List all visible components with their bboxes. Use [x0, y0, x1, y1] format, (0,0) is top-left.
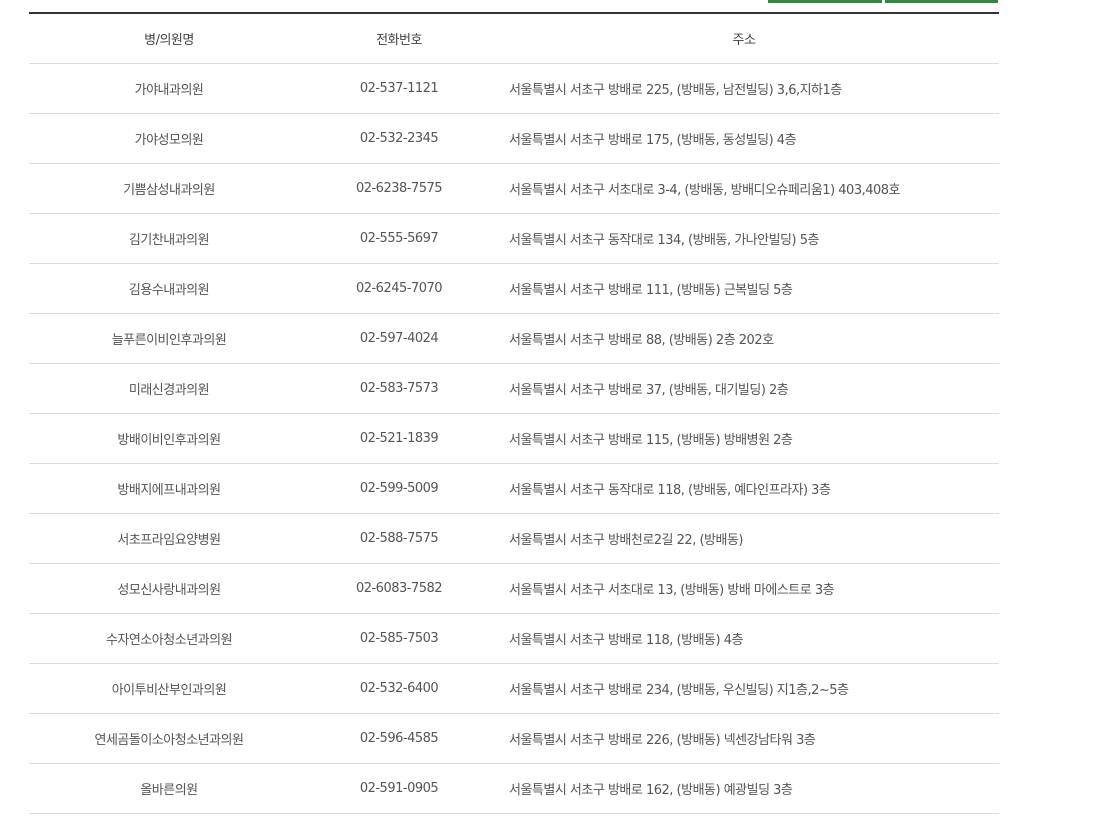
table-row: 아이투비산부인과의원 02-532-6400 서울특별시 서초구 방배로 234, …: [29, 663, 999, 714]
hospital-name-cell: 서초프라임요양병원: [29, 513, 309, 564]
address-cell: 서울특별시 서초구 서초대로 3-4, (방배동, 방배디오슈페리움1) 403…: [489, 163, 999, 214]
phone-cell: 02-597-4024: [309, 313, 489, 364]
top-action-button-2[interactable]: [885, 0, 998, 3]
phone-cell: 02-6245-7070: [309, 263, 489, 314]
address-cell: 서울특별시 서초구 방배로 225, (방배동, 남전빌딩) 3,6,지하1층: [489, 63, 999, 114]
table-row: 성모신사랑내과의원 02-6083-7582 서울특별시 서초구 서초대로 13, …: [29, 563, 999, 614]
table-row: 연세곰돌이소아청소년과의원 02-596-4585 서울특별시 서초구 방배로 22…: [29, 713, 999, 764]
address-cell: 서울특별시 서초구 방배로 115, (방배동) 방배병원 2층: [489, 413, 999, 464]
header-tel: 전화번호: [309, 13, 489, 64]
table-row: 김기찬내과의원 02-555-5697 서울특별시 서초구 동작대로 134, (방…: [29, 213, 999, 264]
table-row: 방배지에프내과의원 02-599-5009 서울특별시 서초구 동작대로 118, …: [29, 463, 999, 514]
address-cell: 서울특별시 서초구 방배로 111, (방배동) 근복빌딩 5층: [489, 263, 999, 314]
phone-cell: 02-532-6400: [309, 663, 489, 714]
table-row: 서초프라임요양병원 02-588-7575 서울특별시 서초구 방배천로2길 22,…: [29, 513, 999, 564]
phone-cell: 02-532-2345: [309, 113, 489, 164]
hospital-name-cell: 늘푸른이비인후과의원: [29, 313, 309, 364]
address-cell: 서울특별시 서초구 동작대로 118, (방배동, 예다인프라자) 3층: [489, 463, 999, 514]
address-cell: 서울특별시 서초구 방배로 37, (방배동, 대기빌딩) 2층: [489, 363, 999, 414]
table-row: 가야성모의원 02-532-2345 서울특별시 서초구 방배로 175, (방배동…: [29, 113, 999, 164]
table-row: 수자연소아청소년과의원 02-585-7503 서울특별시 서초구 방배로 118,…: [29, 613, 999, 664]
hospital-name-cell: 방배이비인후과의원: [29, 413, 309, 464]
address-cell: 서울특별시 서초구 방배로 162, (방배동) 예광빌딩 3층: [489, 763, 999, 814]
phone-cell: 02-6238-7575: [309, 163, 489, 214]
top-action-button-1[interactable]: [768, 0, 882, 3]
table-header-row: 병/의원명 전화번호 주소: [29, 13, 999, 64]
phone-cell: 02-537-1121: [309, 63, 489, 114]
hospital-table-container: 병/의원명 전화번호 주소 가야내과의원 02-537-1121 서울특별시 서초구…: [29, 12, 999, 814]
hospital-name-cell: 성모신사랑내과의원: [29, 563, 309, 614]
table-row: 가야내과의원 02-537-1121 서울특별시 서초구 방배로 225, (방배동…: [29, 63, 999, 114]
hospital-name-cell: 가야내과의원: [29, 63, 309, 114]
hospital-name-cell: 아이투비산부인과의원: [29, 663, 309, 714]
phone-cell: 02-596-4585: [309, 713, 489, 764]
address-cell: 서울특별시 서초구 동작대로 134, (방배동, 가나안빌딩) 5층: [489, 213, 999, 264]
hospital-name-cell: 올바른의원: [29, 763, 309, 814]
address-cell: 서울특별시 서초구 방배천로2길 22, (방배동): [489, 513, 999, 564]
header-name: 병/의원명: [29, 13, 309, 64]
hospital-name-cell: 연세곰돌이소아청소년과의원: [29, 713, 309, 764]
phone-cell: 02-591-0905: [309, 763, 489, 814]
hospital-name-cell: 기쁨삼성내과의원: [29, 163, 309, 214]
hospital-table: 병/의원명 전화번호 주소 가야내과의원 02-537-1121 서울특별시 서초구…: [29, 12, 999, 814]
phone-cell: 02-555-5697: [309, 213, 489, 264]
phone-cell: 02-521-1839: [309, 413, 489, 464]
hospital-name-cell: 미래신경과의원: [29, 363, 309, 414]
table-row: 늘푸른이비인후과의원 02-597-4024 서울특별시 서초구 방배로 88, (…: [29, 313, 999, 364]
phone-cell: 02-588-7575: [309, 513, 489, 564]
address-cell: 서울특별시 서초구 방배로 88, (방배동) 2층 202호: [489, 313, 999, 364]
header-address: 주소: [489, 13, 999, 64]
phone-cell: 02-599-5009: [309, 463, 489, 514]
phone-cell: 02-585-7503: [309, 613, 489, 664]
hospital-name-cell: 수자연소아청소년과의원: [29, 613, 309, 664]
table-row: 올바른의원 02-591-0905 서울특별시 서초구 방배로 162, (방배동)…: [29, 763, 999, 814]
hospital-name-cell: 김용수내과의원: [29, 263, 309, 314]
hospital-name-cell: 가야성모의원: [29, 113, 309, 164]
phone-cell: 02-6083-7582: [309, 563, 489, 614]
address-cell: 서울특별시 서초구 방배로 234, (방배동, 우신빌딩) 지1층,2~5층: [489, 663, 999, 714]
table-row: 방배이비인후과의원 02-521-1839 서울특별시 서초구 방배로 115, (…: [29, 413, 999, 464]
table-row: 미래신경과의원 02-583-7573 서울특별시 서초구 방배로 37, (방배동…: [29, 363, 999, 414]
phone-cell: 02-583-7573: [309, 363, 489, 414]
table-row: 기쁨삼성내과의원 02-6238-7575 서울특별시 서초구 서초대로 3-4, …: [29, 163, 999, 214]
address-cell: 서울특별시 서초구 방배로 226, (방배동) 넥센강남타워 3층: [489, 713, 999, 764]
address-cell: 서울특별시 서초구 서초대로 13, (방배동) 방배 마에스트로 3층: [489, 563, 999, 614]
table-row: 김용수내과의원 02-6245-7070 서울특별시 서초구 방배로 111, (방…: [29, 263, 999, 314]
address-cell: 서울특별시 서초구 방배로 175, (방배동, 동성빌딩) 4층: [489, 113, 999, 164]
hospital-name-cell: 방배지에프내과의원: [29, 463, 309, 514]
hospital-name-cell: 김기찬내과의원: [29, 213, 309, 264]
address-cell: 서울특별시 서초구 방배로 118, (방배동) 4층: [489, 613, 999, 664]
